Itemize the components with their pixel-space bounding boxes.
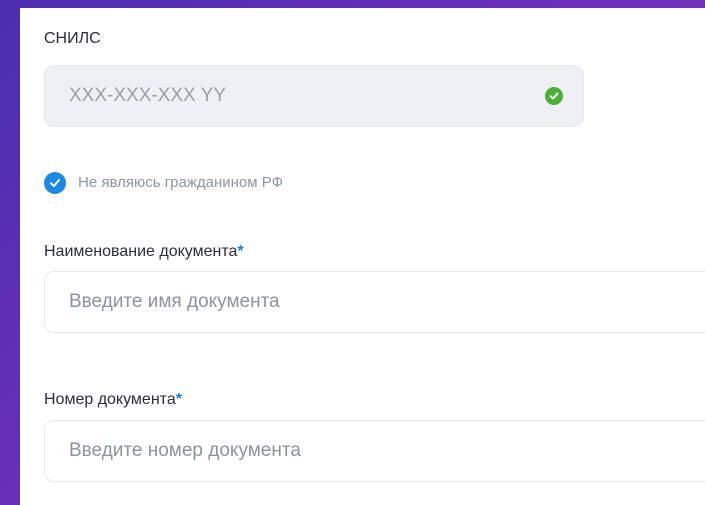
check-circle-icon bbox=[545, 87, 563, 105]
document-name-label: Наименование документа* bbox=[44, 243, 244, 260]
document-number-label: Номер документа* bbox=[44, 391, 182, 408]
required-mark: * bbox=[175, 391, 182, 408]
citizenship-checkbox-label[interactable]: Не являюсь гражданином РФ bbox=[78, 174, 283, 191]
required-mark: * bbox=[237, 243, 244, 260]
form-card: СНИЛС XXX-XXX-XXX YY Не являюсь граждани… bbox=[20, 8, 705, 505]
document-name-placeholder: Введите имя документа bbox=[69, 291, 280, 312]
citizenship-checkbox[interactable] bbox=[44, 172, 66, 194]
snils-label: СНИЛС bbox=[44, 30, 101, 47]
document-number-placeholder: Введите номер документа bbox=[69, 440, 301, 461]
document-name-input[interactable]: Введите имя документа bbox=[44, 271, 705, 333]
document-number-input[interactable]: Введите номер документа bbox=[44, 420, 705, 482]
snils-field[interactable]: XXX-XXX-XXX YY bbox=[44, 65, 584, 127]
checkmark-icon bbox=[49, 177, 61, 189]
snils-value: XXX-XXX-XXX YY bbox=[69, 85, 226, 106]
